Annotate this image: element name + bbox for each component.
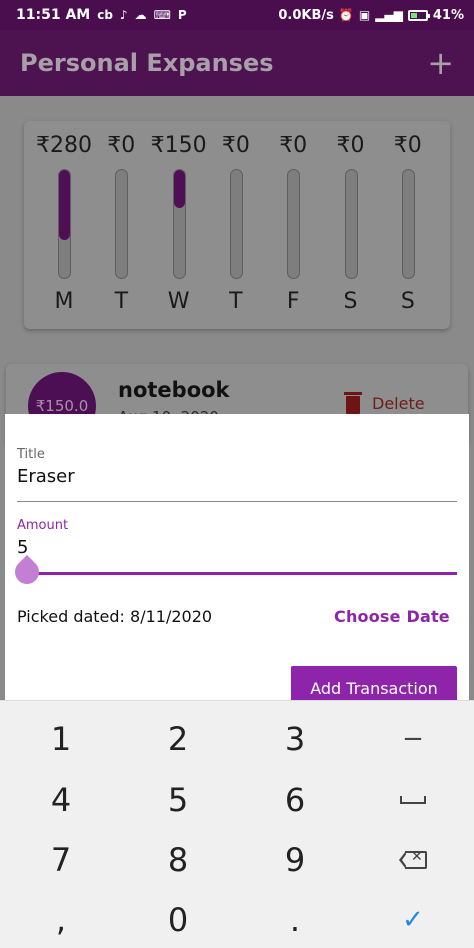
text-cursor-handle[interactable] [10, 555, 44, 589]
bar-amount-label: ₹0 [221, 133, 250, 158]
bar-track [115, 169, 129, 279]
keyboard-notification-icon: ⌨ [153, 8, 171, 22]
cb-notification-icon: cb [97, 8, 113, 22]
key-5[interactable]: 5 [119, 770, 237, 830]
numeric-keyboard: 1 2 3 − 4 5 6 7 8 9 ✕ , 0 . ✓ [0, 700, 474, 948]
bar-amount-label: ₹150 [150, 133, 207, 158]
bar-amount-label: ₹0 [107, 133, 136, 158]
bar-track [344, 169, 358, 279]
bar-track [58, 169, 71, 279]
chart-bar-column: ₹150 W [151, 121, 207, 329]
cloud-notification-icon: ☁ [134, 8, 147, 22]
title-underline [17, 501, 457, 502]
bar-amount-label: ₹0 [393, 133, 422, 158]
add-icon[interactable]: + [427, 47, 454, 79]
bar-day-label: T [114, 289, 129, 314]
chart-bar-column: ₹0 T [93, 121, 149, 329]
weekly-chart: ₹280 M ₹0 T ₹150 W ₹0 T ₹0 F ₹0 S ₹0 S [24, 121, 450, 329]
bar-track [229, 169, 243, 279]
bar-day-label: T [229, 289, 243, 314]
chart-bar-column: ₹0 S [323, 121, 379, 329]
tiktok-notification-icon: ♪ [119, 8, 128, 22]
battery-percent: 41% [432, 7, 464, 23]
app-bar: Personal Expanses + [0, 30, 474, 96]
key-space[interactable] [354, 770, 472, 830]
volte-icon: ▣ [358, 8, 371, 22]
title-field-label: Title [17, 447, 45, 462]
network-speed: 0.0KB/s [278, 7, 334, 23]
bar-amount-label: ₹0 [279, 133, 308, 158]
bar-amount-label: ₹0 [336, 133, 365, 158]
key-3[interactable]: 3 [236, 709, 354, 769]
key-minus[interactable]: − [354, 709, 472, 769]
paytm-notification-icon: P [177, 8, 187, 22]
bar-fill [173, 170, 185, 208]
amount-underline-active [21, 572, 457, 575]
status-time: 11:51 AM [16, 7, 91, 23]
chart-bar-column: ₹0 T [208, 121, 264, 329]
app-title: Personal Expanses [20, 49, 274, 77]
key-4[interactable]: 4 [2, 770, 120, 830]
title-field[interactable]: Eraser [17, 466, 75, 487]
alarm-icon: ⏰ [338, 8, 354, 22]
bar-fill [59, 170, 70, 241]
chart-bar-column: ₹0 S [380, 121, 436, 329]
bar-amount-label: ₹280 [36, 133, 92, 158]
bar-day-label: S [400, 289, 415, 314]
bar-day-label: M [54, 289, 74, 314]
key-comma[interactable]: , [2, 890, 120, 948]
bar-track [401, 169, 415, 279]
chart-bar-column: ₹0 F [265, 121, 321, 329]
key-period[interactable]: . [236, 890, 354, 948]
signal-icon: ▂▄▆ [375, 8, 403, 22]
key-6[interactable]: 6 [236, 770, 354, 830]
transaction-amount: ₹150.0 [35, 397, 89, 415]
choose-date-button[interactable]: Choose Date [334, 607, 450, 626]
key-7[interactable]: 7 [2, 830, 120, 890]
bar-day-label: W [167, 289, 190, 314]
trash-icon [344, 392, 362, 414]
status-bar: 11:51 AM cb ♪ ☁ ⌨ P 0.0KB/s ⏰ ▣ ▂▄▆ 41% [0, 0, 474, 30]
key-2[interactable]: 2 [119, 709, 237, 769]
backspace-icon: ✕ [399, 849, 427, 869]
chart-bar-column: ₹280 M [36, 121, 92, 329]
bar-track [172, 169, 186, 279]
delete-button[interactable]: Delete [344, 392, 425, 414]
battery-icon [407, 9, 430, 21]
bar-day-label: S [343, 289, 358, 314]
key-8[interactable]: 8 [119, 830, 237, 890]
amount-field-label: Amount [17, 518, 69, 533]
checkmark-icon: ✓ [402, 905, 424, 935]
space-icon [400, 796, 426, 804]
delete-label: Delete [372, 393, 425, 413]
key-1[interactable]: 1 [2, 709, 120, 769]
new-transaction-sheet: Title Eraser Amount 5 Picked dated: 8/11… [5, 414, 469, 710]
key-9[interactable]: 9 [236, 830, 354, 890]
transaction-title: notebook [118, 378, 230, 402]
picked-date-text: Picked dated: 8/11/2020 [17, 607, 213, 626]
key-0[interactable]: 0 [119, 890, 237, 948]
bar-track [287, 169, 301, 279]
key-done[interactable]: ✓ [354, 890, 472, 948]
key-backspace[interactable]: ✕ [354, 830, 472, 890]
bar-day-label: F [286, 289, 300, 314]
